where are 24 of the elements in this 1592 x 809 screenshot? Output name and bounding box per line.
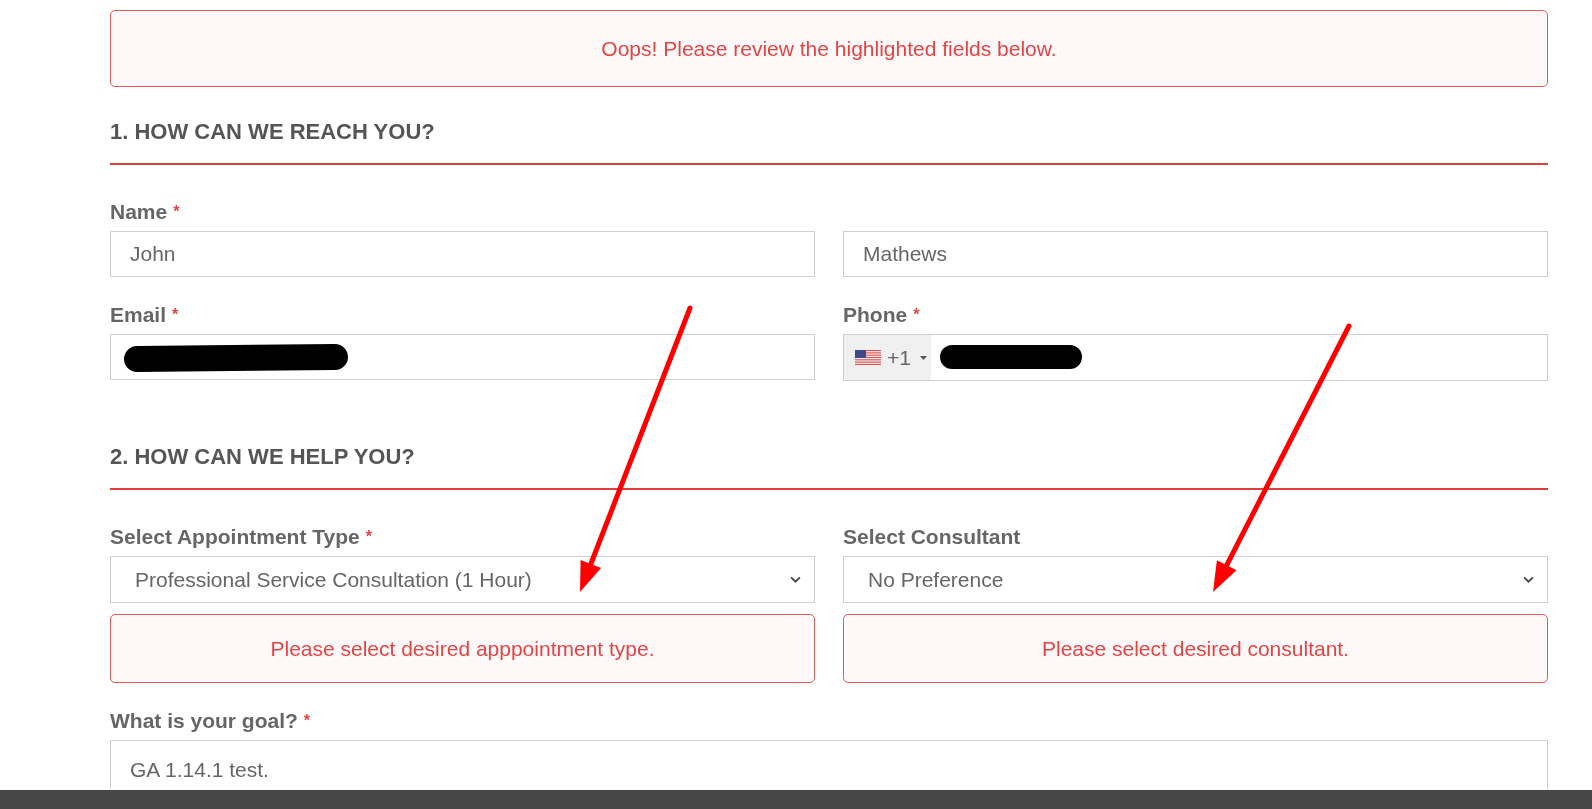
text-field[interactable]: [110, 334, 815, 380]
text-area[interactable]: GA 1.14.1 test.: [110, 740, 1548, 789]
field-label: What is your goal?: [110, 709, 298, 733]
dropdown[interactable]: No Preference: [843, 556, 1548, 603]
required-marker: *: [173, 202, 180, 222]
section-heading: 2. HOW CAN WE HELP YOU?: [110, 444, 415, 470]
field-label: Select Appointment Type: [110, 525, 360, 549]
required-marker: *: [365, 527, 372, 547]
text-field[interactable]: Mathews: [843, 231, 1548, 277]
field-label: Email: [110, 303, 167, 327]
dropdown[interactable]: Professional Service Consultation (1 Hour): [110, 556, 815, 603]
required-marker: *: [172, 305, 179, 325]
error-banner: Oops! Please review the highlighted fields below.: [110, 10, 1548, 87]
chevron-down-icon: [790, 576, 801, 583]
field-label: Name: [110, 200, 168, 224]
error-message: Please select desired apppointment type.: [110, 614, 815, 683]
section-heading: 1. HOW CAN WE REACH YOU?: [110, 119, 435, 145]
chevron-down-icon: [1523, 576, 1534, 583]
field-label: Phone: [843, 303, 908, 327]
required-marker: *: [303, 711, 311, 731]
required-marker: *: [913, 305, 920, 325]
text-field[interactable]: John: [110, 231, 815, 277]
field-label: Select Consultant: [843, 525, 1021, 549]
error-message: Please select desired consultant.: [843, 614, 1548, 683]
